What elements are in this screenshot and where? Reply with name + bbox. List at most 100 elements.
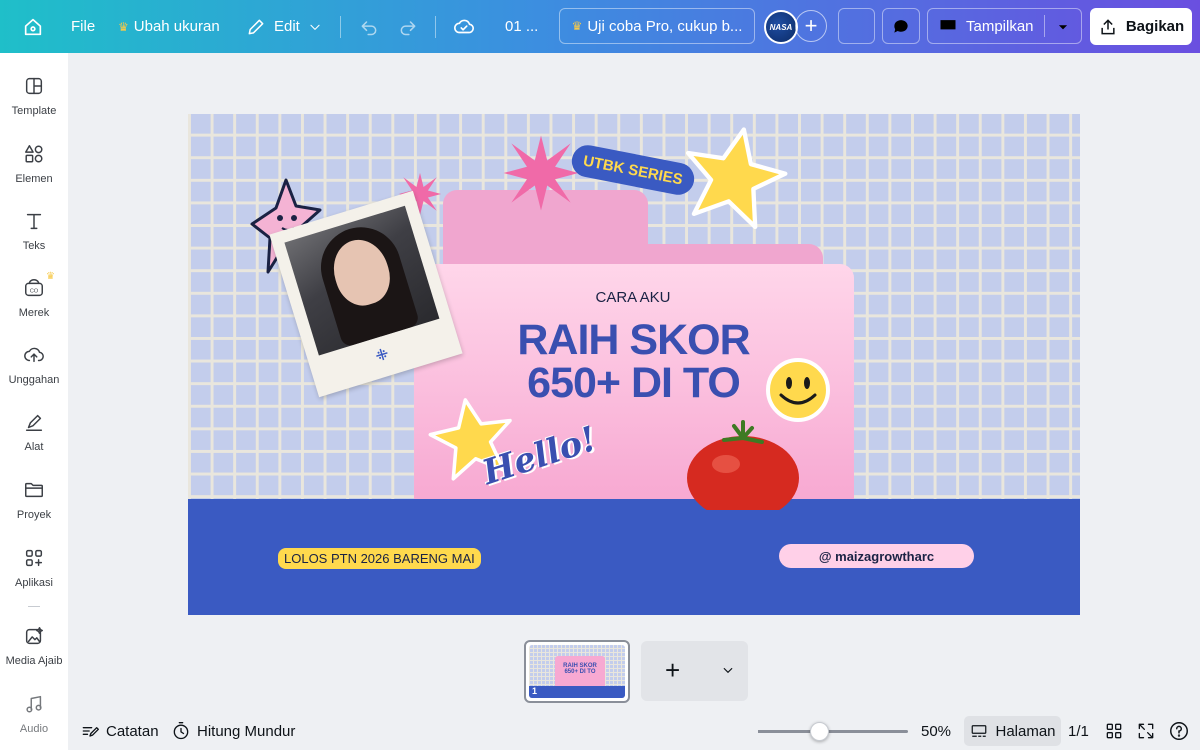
help-button[interactable] [1168,712,1190,750]
sidebar-item-projects[interactable]: Proyek [0,479,68,521]
page-view-button[interactable]: Halaman [964,716,1061,746]
file-menu[interactable]: File [71,0,95,53]
sidebar-item-template[interactable]: Template [0,75,68,117]
notes-button[interactable]: Catatan [80,712,159,750]
bar-chart-icon [849,21,864,33]
page-view-label: Halaman [995,722,1056,740]
avatar-logo: NASA [769,22,793,32]
apps-icon [25,549,43,567]
canva-logo-icon: ꔰ [373,345,391,366]
chevron-down-icon[interactable] [721,663,735,677]
grid-view-icon [1106,723,1122,739]
fullscreen-icon [1138,723,1154,739]
timer-button[interactable]: Hitung Mundur [171,712,295,750]
sidebar-item-label: Audio [19,723,49,735]
comment-button[interactable] [882,8,920,44]
elements-icon [25,145,43,163]
edit-menu[interactable]: Edit [246,0,322,53]
zoom-slider-handle[interactable] [810,722,830,741]
crown-icon: ♛ [571,19,583,33]
sidebar-item-label: Elemen [15,173,53,185]
share-button[interactable]: Bagikan [1090,8,1192,45]
headline-line-1: RAIH SKOR [517,316,750,364]
present-label: Tampilkan [966,17,1034,35]
sidebar-item-text[interactable]: Teks [0,210,68,252]
insights-button[interactable] [838,8,875,44]
pro-trial-button[interactable]: ♛ Uji coba Pro, cukup b... [559,8,755,44]
sidebar-item-magic-media[interactable]: Media Ajaib [0,625,68,667]
thumbnail-headline: RAIH SKOR 650+ DI TO [557,663,603,675]
sidebar-item-uploads[interactable]: Unggahan [0,344,68,386]
tagline-badge[interactable]: LOLOS PTN 2026 BARENG MAI [278,548,481,569]
design-canvas[interactable]: UTBK SERIES ꔰ CARA AKU RAIH SKOR 650+ DI… [188,114,1080,615]
home-icon [24,18,42,35]
sidebar-item-label: Aplikasi [15,577,53,589]
plus-icon: + [665,655,681,685]
grid-view-button[interactable] [1104,712,1124,750]
magic-media-icon [25,627,43,645]
sidebar-item-tools[interactable]: Alat [0,411,68,453]
sidebar-item-label: Merek [18,307,50,319]
zoom-slider[interactable] [758,722,908,741]
portrait-photo [284,205,440,356]
design-title[interactable]: 01 ... [505,0,538,53]
page-thumbnail[interactable]: RAIH SKOR 650+ DI TO 1 [524,640,630,703]
help-icon [1170,722,1188,740]
sidebar-item-elements[interactable]: Elemen [0,143,68,185]
share-icon [1101,18,1115,34]
sidebar-item-audio[interactable]: Audio [0,693,68,735]
sidebar-item-brand[interactable]: ♛ CO Merek [0,271,68,319]
timer-icon [173,722,189,740]
undo-button[interactable] [358,0,380,53]
audio-icon [26,695,42,713]
bottom-bar: Catatan Hitung Mundur 50% Halaman 1/1 [68,712,1200,750]
smiley-sticker[interactable] [765,357,831,423]
page-thumbnail-preview: RAIH SKOR 650+ DI TO 1 [529,645,625,698]
sidebar-divider [28,606,40,607]
sidebar: Template Elemen Teks ♛ CO Merek Unggahan… [0,53,68,750]
thumbnail-headline-line-2: 650+ DI TO [564,669,596,675]
sidebar-item-apps[interactable]: Aplikasi [0,547,68,589]
add-page-button[interactable]: + [641,641,748,701]
cloud-save-status[interactable] [452,0,476,53]
toolbar-divider [435,16,436,38]
edit-label: Edit [274,18,300,35]
zoom-level[interactable]: 50% [921,712,951,750]
chevron-down-icon[interactable] [1056,20,1070,34]
timer-label: Hitung Mundur [197,722,296,740]
handle-badge[interactable]: @ maizagrowtharc [779,544,974,568]
svg-text:CO: CO [30,289,39,295]
resize-button[interactable]: ♛ Ubah ukuran [118,0,220,53]
sidebar-item-label: Alat [24,441,44,453]
present-icon [940,20,956,33]
home-button[interactable] [22,0,44,53]
page-count[interactable]: 1/1 [1068,712,1089,750]
sidebar-item-label: Unggahan [8,374,60,386]
headline[interactable]: RAIH SKOR 650+ DI TO [506,319,761,405]
sidebar-item-label: Teks [22,240,46,252]
sidebar-item-label: Media Ajaib [5,655,63,667]
redo-icon [400,20,416,35]
fullscreen-button[interactable] [1136,712,1156,750]
avatar[interactable]: NASA [764,10,798,44]
add-collaborator-button[interactable]: + [795,10,827,42]
starburst-sticker[interactable] [502,134,580,212]
present-divider [1044,15,1045,37]
page-number: 1 [532,686,538,696]
crown-icon: ♛ [118,19,129,34]
cloud-check-icon [454,19,474,33]
pre-headline[interactable]: CARA AKU [568,289,698,306]
thumbnail-band [529,686,625,698]
undo-icon [361,20,377,35]
toolbar-divider [340,16,341,38]
headline-line-2: 650+ DI TO [527,359,741,407]
redo-button[interactable] [397,0,419,53]
present-button[interactable]: Tampilkan [927,8,1082,44]
share-label: Bagikan [1125,18,1185,35]
pro-trial-label: Uji coba Pro, cukup b... [587,17,743,35]
top-toolbar: File ♛ Ubah ukuran Edit 01 ... ♛ Uji cob… [0,0,1200,53]
folder-icon [25,482,43,498]
upload-icon [24,347,44,363]
yellow-star-sticker[interactable] [678,122,790,230]
tomato-sticker[interactable] [686,420,801,510]
